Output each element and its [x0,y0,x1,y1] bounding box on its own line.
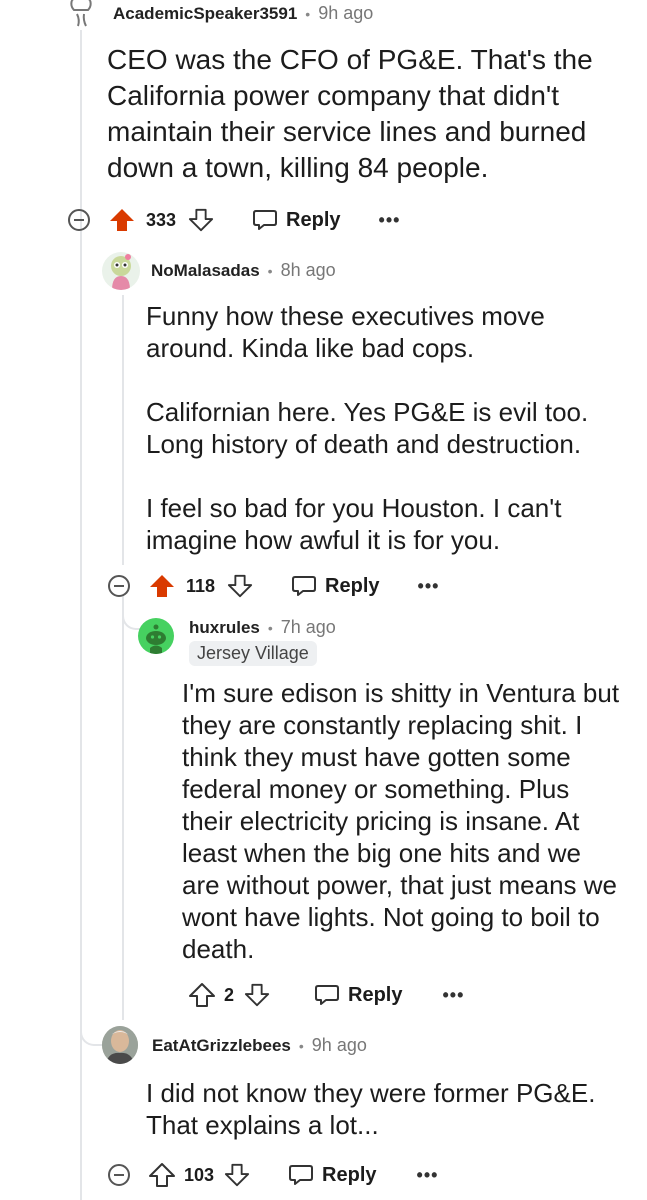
downvote-icon[interactable] [224,1162,250,1188]
downvote-icon[interactable] [244,982,270,1008]
comment-timestamp: 8h ago [280,260,336,280]
reply-label: Reply [325,574,380,597]
comment-timestamp: 7h ago [280,617,336,637]
vote-score: 103 [184,1164,215,1185]
reply-icon [253,210,278,230]
snoo-avatar-icon [146,624,166,654]
thread-line [122,600,124,1020]
avatar[interactable] [102,252,140,290]
separator-dot: • [298,1037,304,1054]
upvote-icon[interactable] [148,1162,176,1188]
minus-icon [114,1174,124,1176]
reply-button[interactable]: Reply [314,983,402,1007]
comment-actions: 2 Reply ••• [188,977,464,1013]
avatar-image [111,254,131,290]
upvote-icon[interactable] [108,207,136,233]
separator-dot: • [305,5,311,22]
collapse-button[interactable] [68,209,90,231]
reply-label: Reply [322,1163,377,1186]
downvote-icon[interactable] [227,573,253,599]
avatar[interactable] [66,0,96,30]
comment-body: CEO was the CFO of PG&E. That's the Cali… [107,44,601,183]
comment-timestamp: 9h ago [311,1035,367,1055]
separator-dot: • [267,619,273,636]
vote-score: 333 [146,209,177,230]
collapse-button[interactable] [108,575,130,597]
comment-username[interactable]: EatAtGrizzlebees [152,1036,291,1056]
avatar-icon [70,0,92,27]
comment-body: Funny how these executives move around. … [146,301,589,555]
comment-body: I'm sure edison is shitty in Ventura but… [182,678,627,964]
reply-button[interactable]: Reply [288,1163,377,1187]
avatar[interactable] [102,1026,138,1064]
reply-button[interactable]: Reply [252,208,341,232]
comment-actions: 118 Reply ••• [108,568,439,604]
more-options-icon[interactable]: ••• [379,210,401,231]
more-options-icon[interactable]: ••• [417,1165,439,1186]
comment-username[interactable]: NoMalasadas [151,261,260,281]
reply-button[interactable]: Reply [291,574,380,598]
comment-actions: 333 Reply ••• [68,202,400,238]
minus-icon [74,219,84,221]
vote-score: 2 [224,984,235,1005]
comment-actions: 103 Reply ••• [108,1157,438,1193]
upvote-icon[interactable] [148,573,176,599]
comment-username[interactable]: huxrules [189,618,260,638]
more-options-icon[interactable]: ••• [418,576,440,597]
comment-body: I did not know they were former PG&E. Th… [146,1078,603,1140]
comment-timestamp: 9h ago [318,3,374,23]
reply-label: Reply [286,208,341,231]
avatar-image [102,1026,138,1064]
thread-line [122,295,124,565]
separator-dot: • [267,262,273,279]
reply-icon [292,576,317,596]
vote-score: 118 [186,575,216,596]
comment-username[interactable]: AcademicSpeaker3591 [113,4,297,24]
upvote-icon[interactable] [188,982,216,1008]
reply-label: Reply [348,983,403,1006]
reply-icon [315,985,340,1005]
collapse-button[interactable] [108,1164,130,1186]
minus-icon [114,585,124,587]
avatar[interactable] [138,618,174,654]
thread-connector [80,1010,102,1046]
user-flair: Jersey Village [189,641,317,666]
more-options-icon[interactable]: ••• [442,985,464,1006]
reply-icon [289,1165,314,1185]
downvote-icon[interactable] [188,207,214,233]
